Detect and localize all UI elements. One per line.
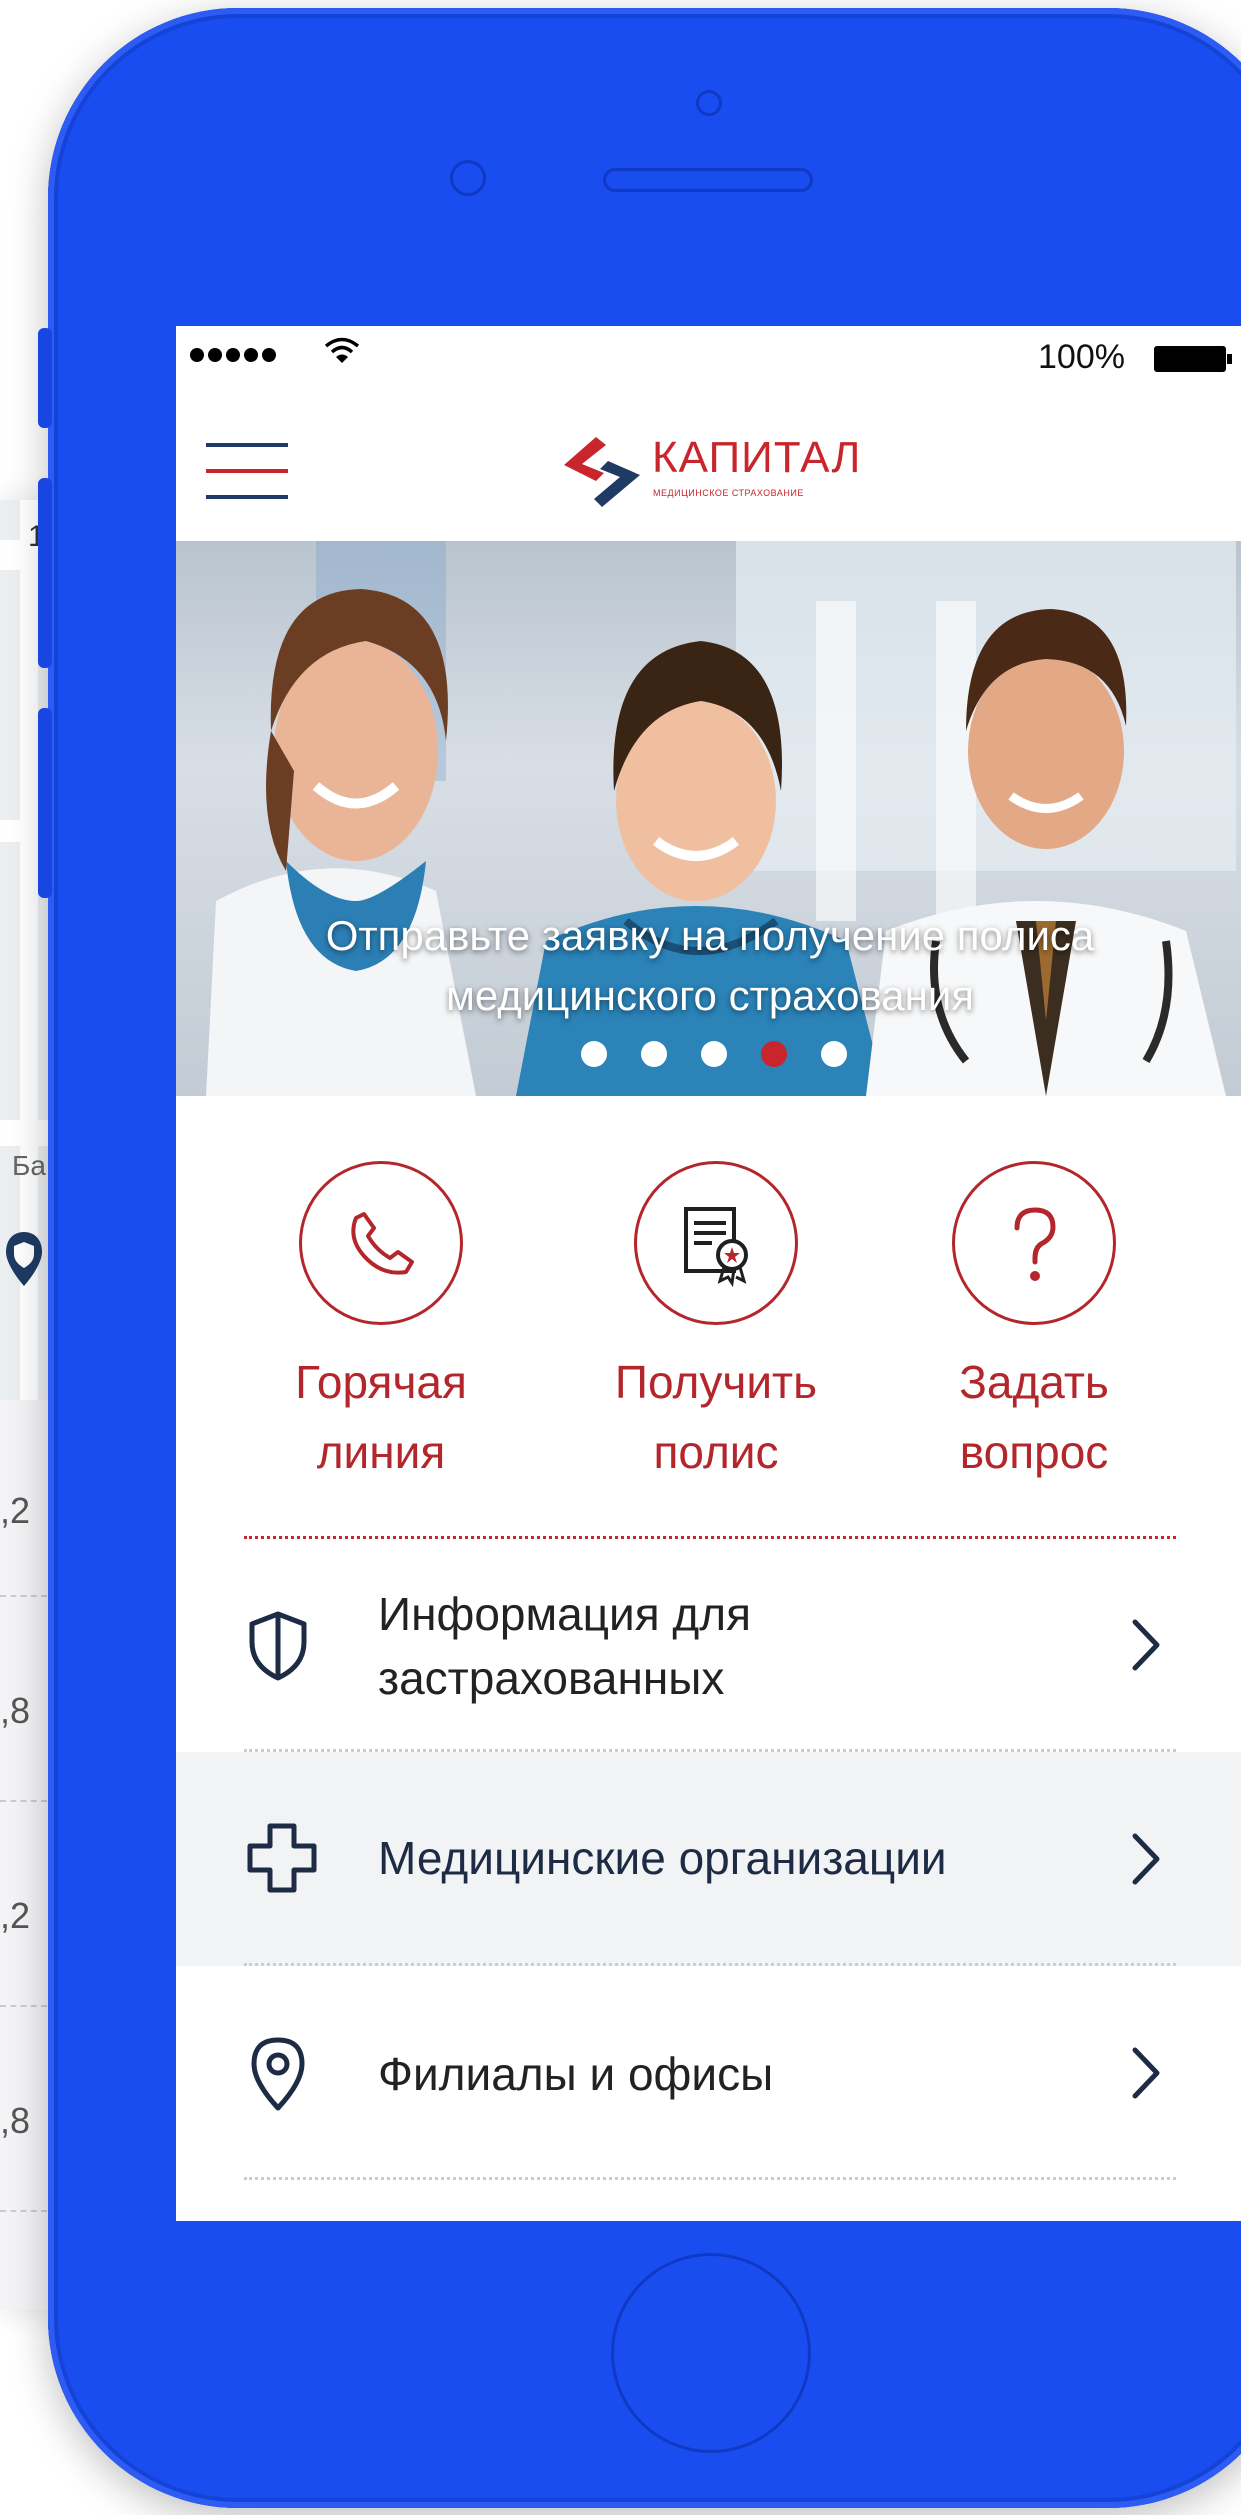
get-policy-label-line1: Получить	[614, 1356, 818, 1408]
logo-mark-icon	[564, 437, 640, 507]
menu-item-label-line2: застрахованных	[378, 1652, 725, 1704]
signal-strength-icon	[190, 348, 276, 362]
list-value: ,8	[0, 1690, 31, 1731]
map-marker-icon[interactable]	[4, 1230, 44, 1290]
earpiece-speaker	[603, 168, 813, 192]
mute-switch	[38, 328, 52, 428]
chevron-right-icon	[1132, 1833, 1160, 1885]
hotline-button[interactable]: Горячая линия	[251, 1161, 511, 1487]
map-label: Ба	[12, 1150, 46, 1181]
logo: КАПИТАЛ МЕДИЦИНСКОЕ СТРАХОВАНИЕ	[556, 431, 876, 511]
chevron-right-icon	[1132, 2047, 1160, 2099]
menu-item-label-line1: Информация для	[378, 1588, 752, 1640]
page-dot-active[interactable]	[761, 1041, 787, 1067]
banner-caption: Отправьте заявку на получение полиса мед…	[176, 906, 1241, 1026]
location-pin-icon	[251, 2037, 305, 2111]
banner-caption-line1: Отправьте заявку на получение полиса	[325, 912, 1095, 959]
menu-item-medical-organizations[interactable]: Медицинские организации	[176, 1752, 1241, 1966]
app-header: КАПИТАЛ МЕДИЦИНСКОЕ СТРАХОВАНИЕ	[176, 386, 1241, 541]
menu-item-branches-offices[interactable]: Филиалы и офисы	[176, 1966, 1241, 2180]
volume-down-button	[38, 708, 52, 898]
menu-item-insured-info[interactable]: Информация для застрахованных	[176, 1538, 1241, 1752]
ask-question-button[interactable]: Задать вопрос	[904, 1161, 1164, 1487]
page-dot[interactable]	[581, 1041, 607, 1067]
menu-icon[interactable]	[206, 443, 288, 503]
home-button[interactable]	[611, 2253, 811, 2453]
banner-caption-line2: медицинского страхования	[445, 972, 975, 1019]
chevron-right-icon	[1132, 1619, 1160, 1671]
app-screen: 100% КАПИТАЛ МЕДИЦИНСКОЕ СТРАХОВАНИЕ Отп…	[176, 326, 1241, 2221]
phone-frame: 100% КАПИТАЛ МЕДИЦИНСКОЕ СТРАХОВАНИЕ Отп…	[38, 8, 1241, 2508]
quick-actions: Горячая линия Получить полис Задать вопр…	[176, 1161, 1241, 1491]
logo-subtitle: МЕДИЦИНСКОЕ СТРАХОВАНИЕ	[653, 488, 804, 498]
banner-pagination[interactable]	[581, 1041, 847, 1067]
get-policy-label-line2: полис	[653, 1426, 779, 1478]
phone-icon	[351, 1212, 414, 1275]
promo-banner[interactable]: Отправьте заявку на получение полиса мед…	[176, 541, 1241, 1096]
list-value: ,2	[0, 1490, 31, 1531]
hotline-label-line1: Горячая	[295, 1356, 467, 1408]
list-value: ,8	[0, 2100, 31, 2141]
certificate-icon	[684, 1207, 748, 1288]
logo-name: КАПИТАЛ	[652, 433, 862, 482]
menu-item-label: Медицинские организации	[378, 1832, 947, 1884]
shield-icon	[249, 1611, 307, 1681]
ask-question-label-line2: вопрос	[959, 1426, 1109, 1478]
page-dot[interactable]	[641, 1041, 667, 1067]
list-value: ,2	[0, 1895, 31, 1936]
question-icon	[1014, 1207, 1056, 1281]
top-sensor	[696, 90, 722, 116]
wifi-icon	[324, 337, 360, 363]
volume-up-button	[38, 478, 52, 668]
hotline-label-line2: линия	[316, 1426, 446, 1478]
status-bar: 100%	[176, 326, 1241, 386]
menu-item-label: Филиалы и офисы	[378, 2048, 774, 2100]
battery-percent: 100%	[1038, 338, 1125, 376]
battery-icon	[1154, 346, 1232, 372]
get-policy-button[interactable]: Получить полис	[586, 1161, 846, 1487]
front-camera	[450, 160, 486, 196]
page-dot[interactable]	[821, 1041, 847, 1067]
ask-question-label-line1: Задать	[959, 1356, 1109, 1408]
medical-cross-icon	[247, 1823, 317, 1893]
page-dot[interactable]	[701, 1041, 727, 1067]
